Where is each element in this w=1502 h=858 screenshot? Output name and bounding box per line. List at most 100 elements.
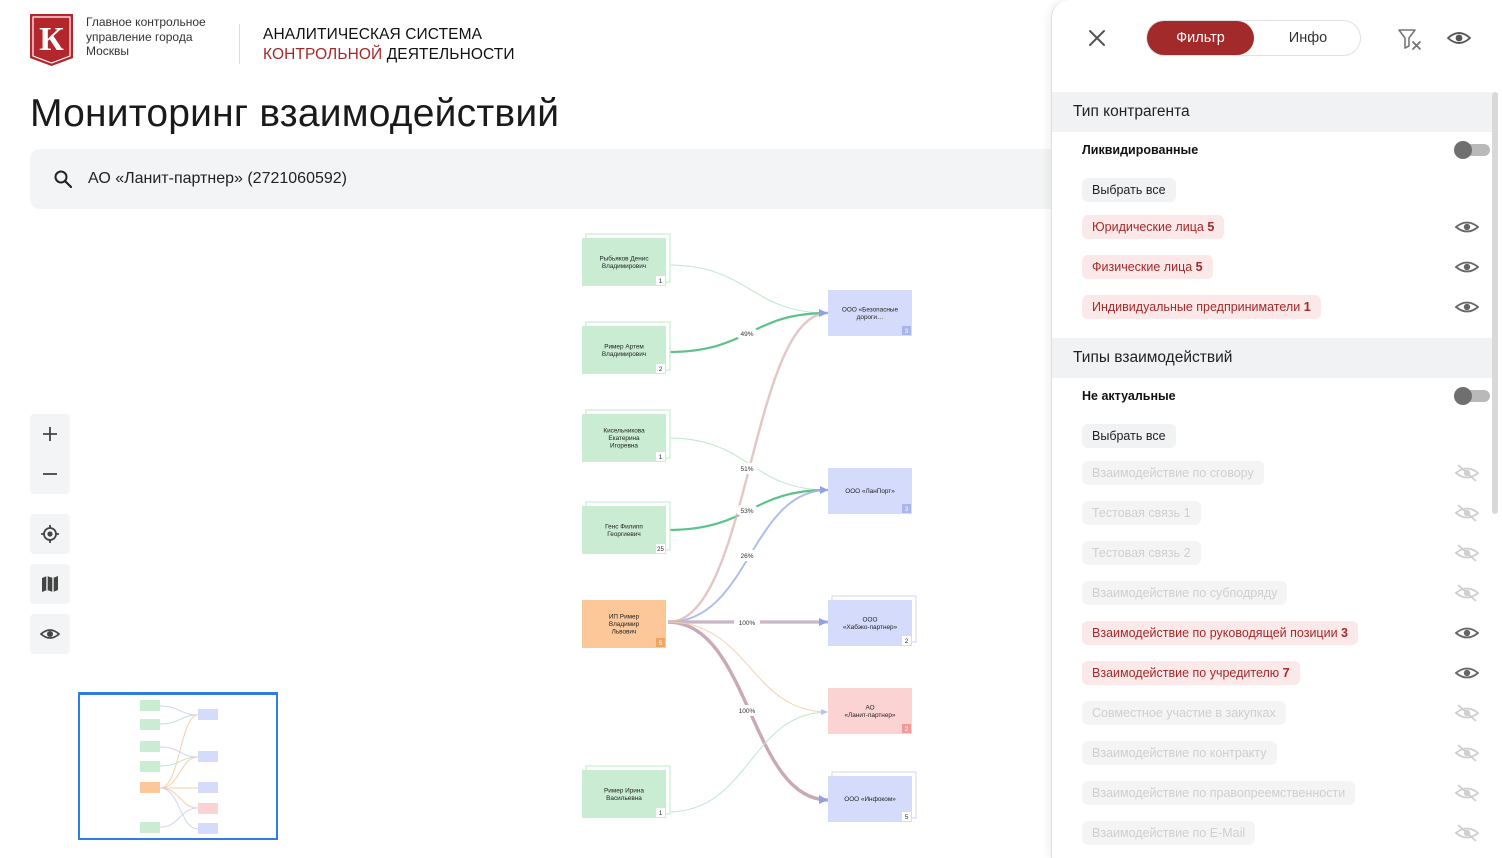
filter-chip-count: 1 [1303,300,1311,314]
arrowhead [820,486,828,494]
zoom-in-button[interactable] [30,414,70,454]
graph-nodes: Рыбьяков ДенисВладимирович1 Ример АртемВл… [582,233,917,822]
graph-canvas: 49% 51% 53% 26% 100% 100% Рыбьяков Денис… [582,233,917,822]
toggle-label-not-actual: Не актуальные [1082,389,1176,403]
eye-icon[interactable] [1454,218,1480,236]
eye-icon[interactable] [1454,624,1480,642]
edge-label: 26% [736,550,758,561]
svg-text:К: К [39,21,64,58]
node-label: Георгиевич [607,531,640,538]
select-all-button[interactable]: Выбрать все [1082,178,1176,202]
filter-chip[interactable]: Взаимодействие по E-Mail [1082,821,1256,845]
interaction-graph[interactable]: 49% 51% 53% 26% 100% 100% Рыбьяков Денис… [560,228,940,838]
svg-text:51%: 51% [740,466,753,473]
panel-scrollbar[interactable] [1492,92,1498,514]
graph-node-target[interactable]: АО«Ланит-партнер»2 [828,688,912,734]
graph-node-person[interactable]: Рыбьяков ДенисВладимирович1 [582,233,671,286]
minimap-graph [140,700,218,834]
node-label: Рыбьяков Денис [599,254,649,262]
node-label: ООО [863,616,878,623]
graph-node-person[interactable]: Ример АртемВладимирович2 [582,321,671,374]
graph-node-ip[interactable]: ИП РимерВладимирЛьвович5 [582,600,666,648]
filter-panel: Фильтр Инфо Тип контрагента Ликвидирован… [1051,0,1502,858]
graph-node-person[interactable]: Ример ИринаВасильевна1 [582,765,671,818]
node-label: ИП Ример [609,614,640,621]
eye-off-icon[interactable] [1454,824,1480,842]
eye-icon[interactable] [1447,28,1471,48]
node-label: Екатерина [608,435,640,442]
node-label: Игоревна [610,443,638,450]
eye-icon[interactable] [1454,258,1480,276]
graph-node-org[interactable]: ООО «Безопасныедороги…3 [828,290,912,336]
node-label: ООО «ЛанПорт» [845,488,895,495]
eye-icon[interactable] [1454,298,1480,316]
search-input[interactable]: АО «Ланит-партнер» (2721060592) [88,170,347,188]
filter-chip[interactable]: Тестовая связь 1 [1082,501,1201,525]
filter-chip[interactable]: Индивидуальные предприниматели 1 [1082,295,1321,319]
graph-node-org-stack[interactable]: ООО«Хабэко-партнер»2 [828,595,917,646]
clear-filter-icon[interactable] [1397,27,1423,51]
graph-node-org[interactable]: ООО «ЛанПорт»3 [828,468,912,514]
tab-info[interactable]: Инфо [1255,21,1361,55]
svg-text:26%: 26% [740,553,753,560]
center-button[interactable] [30,514,70,554]
eye-icon[interactable] [1454,664,1480,682]
close-icon[interactable] [1087,28,1107,48]
eye-off-icon[interactable] [1454,784,1480,802]
eye-off-icon[interactable] [1454,744,1480,762]
map-button[interactable] [30,564,70,604]
filter-chip[interactable]: Юридические лица 5 [1082,215,1225,239]
section-interaction-types: Типы взаимодействий [1052,338,1492,378]
app-root: К Главное контрольное управление города … [0,0,1502,858]
graph-node-org-stack[interactable]: ООО «Инфоком»5 [828,771,917,822]
visibility-button[interactable] [30,614,70,654]
filter-chip[interactable]: Взаимодействие по сговору [1082,461,1264,485]
edge-labels: 49% 51% 53% 26% 100% 100% [734,328,760,716]
filter-chip-label: Тестовая связь 2 [1092,546,1191,560]
node-label: Владимирович [602,351,646,358]
toggle-liquidated[interactable] [1454,141,1490,159]
edge-label: 53% [736,505,758,516]
search-bar[interactable]: АО «Ланит-партнер» (2721060592) [30,149,1070,209]
edge-label: 100% [734,705,760,716]
toggle-label-liquidated: Ликвидированные [1082,143,1199,157]
minimap[interactable] [78,692,278,840]
filter-chip[interactable]: Совместное участие в закупках [1082,701,1286,725]
filter-chip-label: Взаимодействие по правопреемственности [1092,786,1346,800]
filter-chip-label: Взаимодействие по E-Mail [1092,826,1246,840]
system-title: АНАЛИТИЧЕСКАЯ СИСТЕМА КОНТРОЛЬНОЙ ДЕЯТЕЛ… [263,25,515,65]
zoom-controls [30,414,70,494]
arrowhead [819,618,828,626]
page-title: Мониторинг взаимодействий [30,92,560,135]
filter-chip[interactable]: Взаимодействие по учредителю 7 [1082,661,1300,685]
node-label: ООО «Безопасные [842,306,899,313]
node-label: Кисельникова [603,428,645,435]
filter-chip-label: Индивидуальные предприниматели [1092,300,1301,314]
filter-chip[interactable]: Физические лица 5 [1082,255,1213,279]
map-control [30,564,70,604]
select-all-button[interactable]: Выбрать все [1082,424,1176,448]
eye-off-icon[interactable] [1454,704,1480,722]
eye-off-icon[interactable] [1454,544,1480,562]
system-title-accent: КОНТРОЛЬНОЙ [263,46,383,63]
filter-chip[interactable]: Тестовая связь 2 [1082,541,1201,565]
node-label: «Хабэко-партнер» [843,623,898,631]
tab-filter[interactable]: Фильтр [1147,21,1254,55]
edge-label: 100% [734,617,760,628]
filter-chip[interactable]: Взаимодействие по правопреемственности [1082,781,1356,805]
graph-edges [667,264,829,813]
header-divider [239,24,240,64]
zoom-out-button[interactable] [30,454,70,494]
filter-chip[interactable]: Взаимодействие по контракту [1082,741,1277,765]
node-label: Васильевна [606,795,642,802]
eye-off-icon[interactable] [1454,584,1480,602]
graph-node-person[interactable]: КисельниковаЕкатеринаИгоревна1 [582,409,671,462]
filter-chip[interactable]: Взаимодействие по руководящей позиции 3 [1082,621,1358,645]
filter-chip[interactable]: Взаимодействие по субподряду [1082,581,1288,605]
eye-off-icon[interactable] [1454,504,1480,522]
logo-icon: К [30,14,73,66]
graph-node-person[interactable]: Генс ФилиппГеоргиевич 25 [582,501,671,554]
eye-off-icon[interactable] [1454,464,1480,482]
toggle-not-actual[interactable] [1454,387,1490,405]
visibility-control [30,614,70,654]
